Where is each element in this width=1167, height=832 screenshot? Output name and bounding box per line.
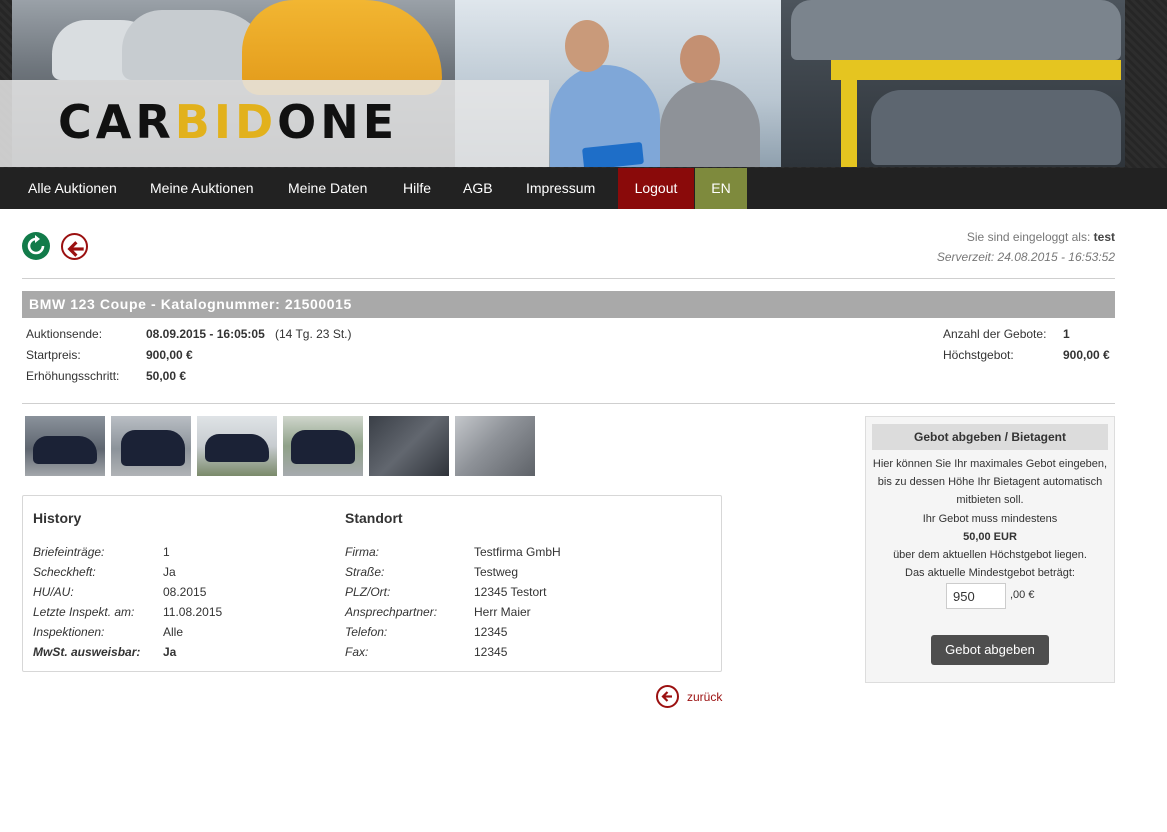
banner-rack-post [841, 80, 857, 167]
increment-label: Erhöhungsschritt: [26, 369, 120, 383]
bid-min-bid-label: Das aktuelle Mindestgebot beträgt: [905, 567, 1075, 579]
bid-info-line-2: bis zu dessen Höhe Ihr Bietagent automat… [877, 476, 1103, 488]
history-value: 08.2015 [163, 585, 207, 599]
nav-alle-auktionen[interactable]: Alle Auktionen [12, 168, 133, 209]
back-link[interactable]: zurück [687, 690, 722, 704]
submit-bid-button[interactable]: Gebot abgeben [931, 635, 1049, 665]
banner-transport-car-2 [871, 90, 1121, 165]
location-value: 12345 [474, 645, 508, 659]
location-value: 12345 [474, 625, 508, 639]
start-price-label: Startpreis: [26, 348, 81, 362]
thumbnail-1-car [33, 436, 97, 464]
history-value: 11.08.2015 [163, 605, 223, 619]
banner-photo-transporter [781, 0, 1125, 167]
history-label: MwSt. ausweisbar: [33, 645, 141, 659]
bid-info-line-1: Hier können Sie Ihr maximales Gebot eing… [872, 458, 1108, 470]
thumbnail-5-bg [369, 416, 449, 476]
location-label: PLZ/Ort: [345, 585, 391, 599]
location-title: Standort [345, 510, 403, 526]
location-label: Straße: [345, 565, 385, 579]
location-label: Firma: [345, 545, 379, 559]
history-value: 1 [163, 545, 170, 559]
username: test [1093, 230, 1115, 244]
thumbnail-6-bg [455, 416, 535, 476]
history-value: Ja [163, 645, 177, 659]
highest-bid-value: 900,00 € [1063, 348, 1110, 362]
location-label: Ansprechpartner: [345, 605, 438, 619]
nav-agb[interactable]: AGB [447, 168, 509, 209]
thumbnail-3-car [205, 434, 269, 462]
main-nav: Alle Auktionen Meine Auktionen Meine Dat… [0, 168, 1167, 209]
highest-bid-label: Höchstgebot: [943, 348, 1014, 362]
thumbnail-3[interactable] [197, 416, 277, 476]
thumbnail-4[interactable] [283, 416, 363, 476]
history-label: Inspektionen: [33, 625, 105, 639]
end-label: Auktionsende: [26, 327, 103, 341]
history-label: Briefeinträge: [33, 545, 105, 559]
history-title: History [33, 510, 82, 526]
bid-min-increment-label: Ihr Gebot muss mindestens [922, 513, 1058, 525]
bid-info-line-3: mitbieten soll. [956, 494, 1024, 506]
thumbnail-1[interactable] [25, 416, 105, 476]
logged-in-line: Sie sind eingeloggt als: test [937, 227, 1115, 247]
logged-in-label: Sie sind eingeloggt als: [966, 230, 1091, 244]
bid-info-line-6: über dem aktuellen Höchstgebot liegen. [893, 549, 1087, 561]
vehicle-details: History Briefeinträge: 1 Scheckheft: Ja … [22, 495, 722, 672]
location-value: 12345 Testort [474, 585, 547, 599]
location-label: Fax: [345, 645, 369, 659]
header-banner: CARBIDONE [0, 0, 1167, 168]
history-value: Alle [163, 625, 184, 639]
auction-title: BMW 123 Coupe - Katalognummer: 21500015 [22, 291, 1115, 318]
location-value: Testweg [474, 565, 519, 579]
banner-person-2-head [680, 35, 720, 83]
divider-middle [22, 403, 1115, 404]
nav-hilfe[interactable]: Hilfe [387, 168, 447, 209]
banner-rack [831, 60, 1121, 80]
banner-person-1-head [565, 20, 609, 72]
login-info: Sie sind eingeloggt als: test Serverzeit… [937, 227, 1115, 267]
thumbnail-6[interactable] [455, 416, 535, 476]
nav-language-en[interactable]: EN [695, 168, 747, 209]
nav-meine-auktionen[interactable]: Meine Auktionen [134, 168, 270, 209]
thumbnail-5[interactable] [369, 416, 449, 476]
bid-amount-input[interactable] [946, 583, 1006, 609]
bid-amount-suffix: ,00 € [1010, 589, 1035, 601]
refresh-icon[interactable] [22, 232, 50, 260]
logo-part-bid: BID [174, 95, 278, 149]
back-arrow-icon[interactable] [61, 233, 88, 260]
thumbnail-2-car [121, 430, 185, 466]
thumbnail-4-car [291, 430, 355, 464]
bid-heading: Gebot abgeben / Bietagent [872, 424, 1108, 450]
history-label: Scheckheft: [33, 565, 96, 579]
nav-impressum[interactable]: Impressum [510, 168, 611, 209]
increment-value: 50,00 € [146, 369, 187, 383]
bid-count-value: 1 [1063, 327, 1070, 341]
history-value: Ja [163, 565, 176, 579]
thumbnail-2[interactable] [111, 416, 191, 476]
server-time: Serverzeit: 24.08.2015 - 16:53:52 [936, 250, 1115, 264]
start-price-value: 900,00 € [146, 348, 193, 362]
bid-min-increment-value: 50,00 EUR [963, 531, 1017, 543]
divider-top [22, 278, 1115, 279]
bid-count-label: Anzahl der Gebote: [943, 327, 1047, 341]
nav-meine-daten[interactable]: Meine Daten [272, 168, 383, 209]
location-label: Telefon: [345, 625, 388, 639]
back-small-icon[interactable] [656, 685, 679, 708]
history-label: Letzte Inspekt. am: [33, 605, 135, 619]
site-logo[interactable]: CARBIDONE [58, 95, 398, 149]
history-label: HU/AU: [33, 585, 74, 599]
nav-logout[interactable]: Logout [618, 168, 694, 209]
logo-part-one: ONE [277, 95, 399, 149]
banner-person-2 [660, 80, 760, 167]
banner-transport-car-1 [791, 0, 1121, 60]
location-value: Herr Maier [474, 605, 531, 619]
bid-panel: Gebot abgeben / Bietagent Hier können Si… [865, 416, 1115, 683]
location-value: Testfirma GmbH [474, 545, 561, 559]
end-remaining: (14 Tg. 23 St.) [275, 327, 352, 341]
logo-part-car: CAR [58, 95, 175, 149]
end-value: 08.09.2015 - 16:05:05 [146, 327, 265, 341]
